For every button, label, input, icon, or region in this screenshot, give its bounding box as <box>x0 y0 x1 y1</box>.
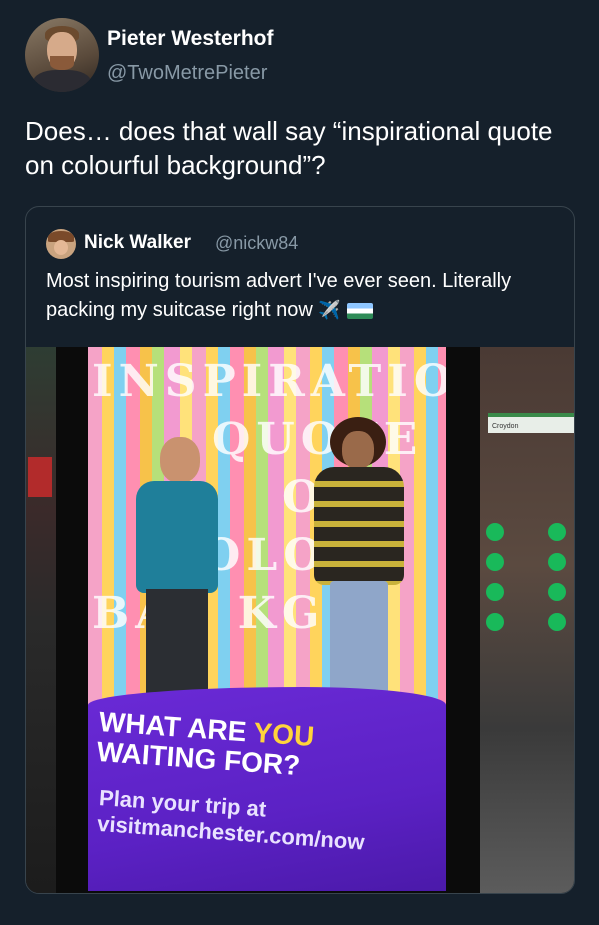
green-dot-icon <box>486 553 504 571</box>
quoted-text-body: Most inspiring tourism advert I've ever … <box>46 270 512 321</box>
green-dot-icon <box>548 523 566 541</box>
quoted-author-avatar[interactable] <box>46 229 76 259</box>
man-figure <box>128 437 238 699</box>
green-dot-icon <box>548 583 566 601</box>
green-dot-icon <box>486 583 504 601</box>
author-name[interactable]: Pieter Westerhof <box>107 27 274 51</box>
green-dot-icon <box>486 613 504 631</box>
author-avatar[interactable] <box>25 18 99 92</box>
quoted-author-handle[interactable]: @nickw84 <box>215 233 298 254</box>
quoted-author-name[interactable]: Nick Walker <box>84 232 191 254</box>
airplane-emoji: ✈️ <box>318 300 341 320</box>
quoted-tweet-text: Most inspiring tourism advert I've ever … <box>46 267 561 325</box>
author-handle[interactable]: @TwoMetrePieter <box>107 62 267 85</box>
advert-poster: INSPIRATIO QUOTE O OLO F BAC KG O WHAT A… <box>88 347 446 891</box>
quoted-tweet[interactable]: Nick Walker @nickw84 Most inspiring tour… <box>25 206 575 894</box>
flag-icon <box>346 302 373 319</box>
green-dot-icon <box>486 523 504 541</box>
tweet-photo[interactable]: INSPIRATIO QUOTE O OLO F BAC KG O WHAT A… <box>26 347 574 893</box>
station-sign: Croydon <box>488 413 574 433</box>
wall-line-1: INSPIRATIO <box>92 356 446 407</box>
green-dot-icon <box>548 613 566 631</box>
tweet-header: Pieter Westerhof @TwoMetrePieter <box>25 18 585 94</box>
street-background-right: Croydon <box>480 347 574 893</box>
street-background-left <box>26 347 56 893</box>
green-dot-icon <box>548 553 566 571</box>
tweet-text: Does… does that wall say “inspirational … <box>25 116 553 180</box>
woman-figure <box>300 417 418 707</box>
